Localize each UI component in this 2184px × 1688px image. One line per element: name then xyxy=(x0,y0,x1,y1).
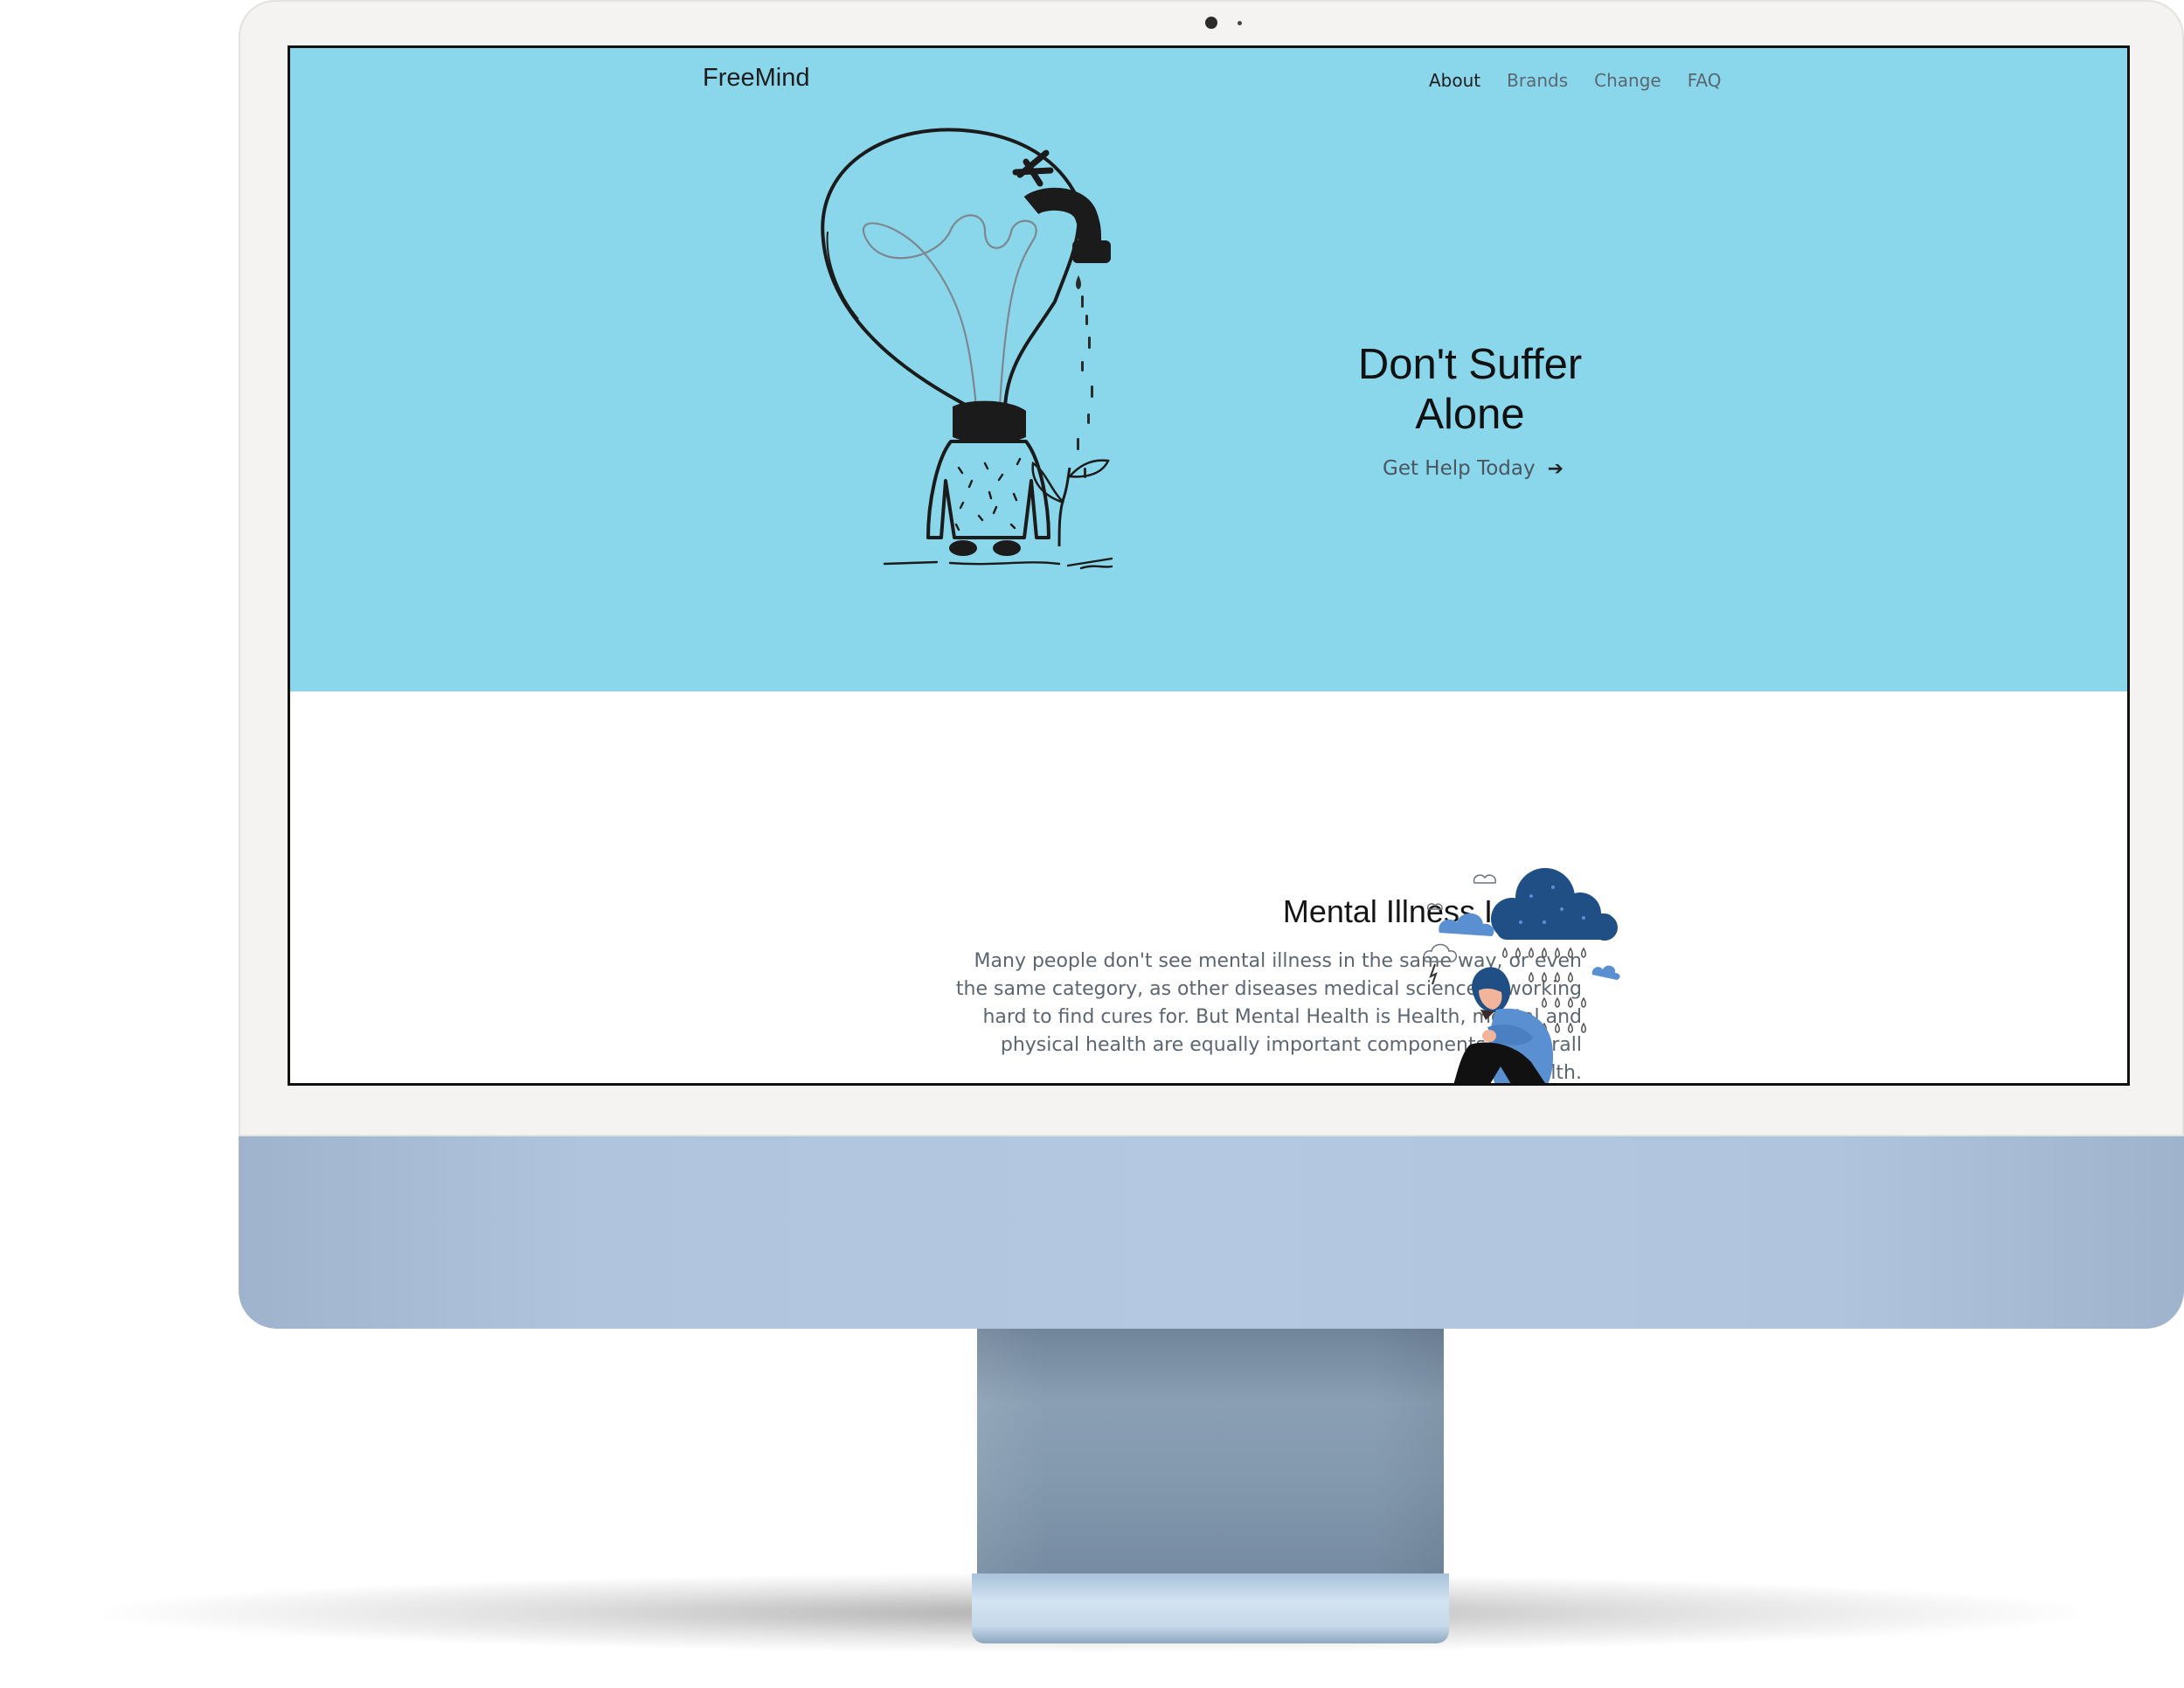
get-help-label: Get Help Today xyxy=(1383,457,1536,480)
nav-link-change[interactable]: Change xyxy=(1594,70,1661,91)
nav-link-brands[interactable]: Brands xyxy=(1507,70,1568,91)
monitor-stand-highlight xyxy=(977,1324,1444,1587)
monitor-base xyxy=(972,1573,1449,1643)
monitor-chin xyxy=(239,1132,2184,1329)
screen: FreeMind About Brands Change FAQ Don't S… xyxy=(288,45,2130,1086)
arrow-right-icon: ➔ xyxy=(1547,457,1564,480)
nav-link-about[interactable]: About xyxy=(1429,70,1480,91)
main-nav: About Brands Change FAQ xyxy=(1429,70,1721,91)
nav-link-faq[interactable]: FAQ xyxy=(1688,70,1722,91)
brand-logo[interactable]: FreeMind xyxy=(703,64,810,93)
get-help-button[interactable]: Get Help Today ➔ xyxy=(1383,457,1563,480)
camera-sensor-dot xyxy=(1238,21,1242,25)
lightbulb-head-illustration xyxy=(821,128,1113,570)
sad-person-illustration xyxy=(1423,868,1620,1083)
camera-icon xyxy=(1205,17,1217,29)
hero-title: Don't Suffer Alone xyxy=(1357,341,1583,438)
